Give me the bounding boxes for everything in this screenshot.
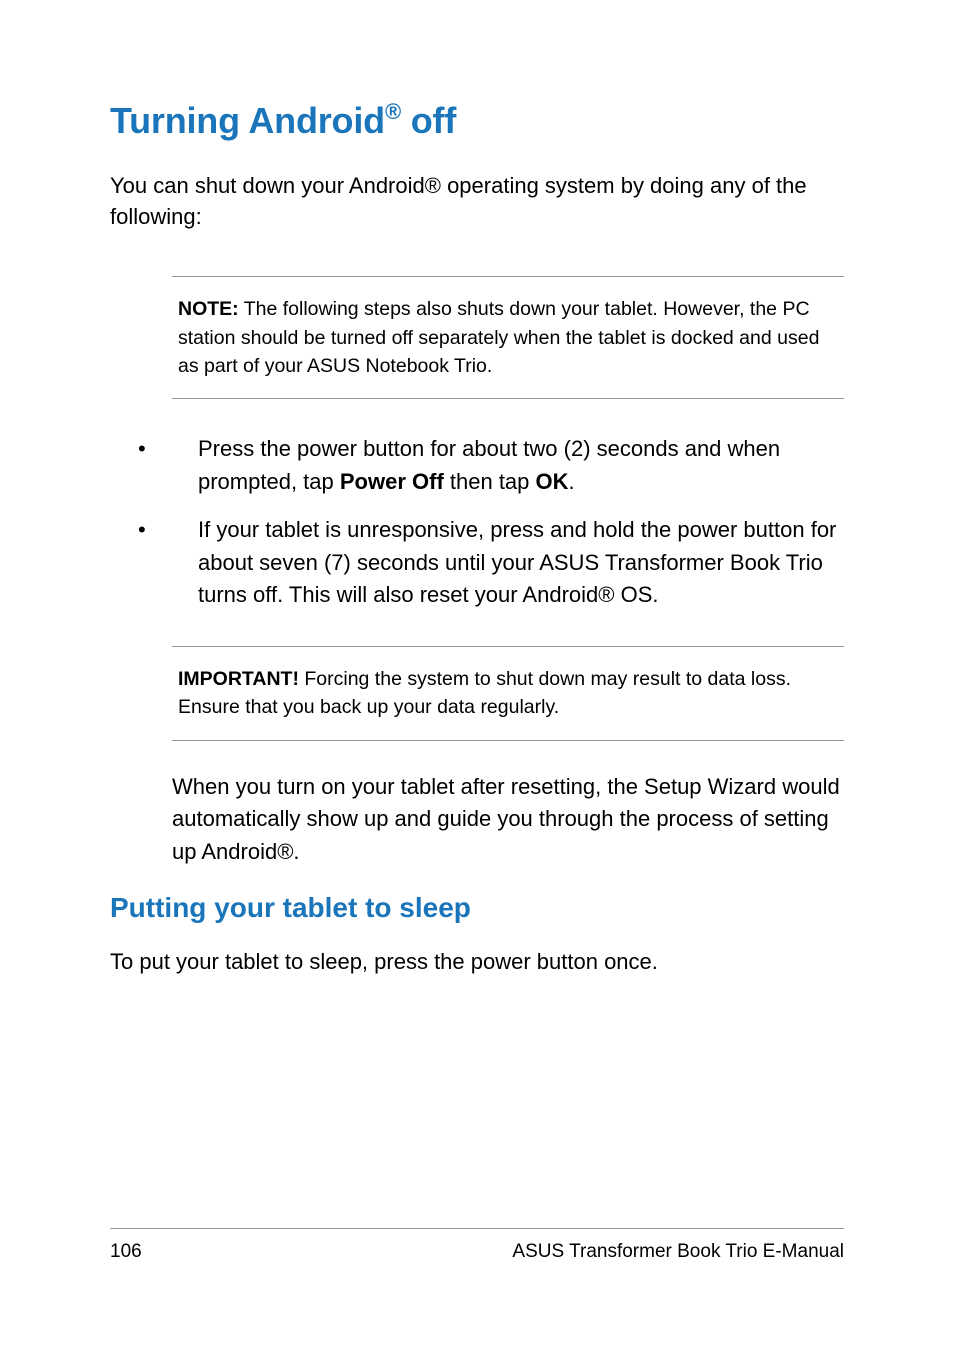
page-footer: 106 ASUS Transformer Book Trio E-Manual [110, 1228, 844, 1263]
page-number: 106 [110, 1241, 142, 1263]
bullet-item-1: Press the power button for about two (2)… [138, 433, 844, 498]
page-heading: Turning Android® off [110, 100, 844, 142]
heading-text-post: off [401, 100, 456, 141]
bullet-item-2: If your tablet is unresponsive, press an… [138, 514, 844, 612]
section-heading-sleep: Putting your tablet to sleep [110, 892, 844, 924]
footer-title: ASUS Transformer Book Trio E-Manual [512, 1241, 844, 1263]
sleep-paragraph: To put your tablet to sleep, press the p… [110, 946, 844, 977]
intro-paragraph: You can shut down your Android® operatin… [110, 170, 844, 232]
after-important-paragraph: When you turn on your tablet after reset… [172, 771, 844, 869]
important-label: IMPORTANT! [178, 668, 299, 690]
bullet1-bold2: OK [536, 469, 569, 494]
bullet1-bold1: Power Off [340, 469, 444, 494]
bullet-list: Press the power button for about two (2)… [138, 433, 844, 612]
bullet1-end: . [569, 469, 575, 494]
registered-mark: ® [385, 99, 401, 124]
heading-text-pre: Turning Android [110, 100, 385, 141]
note-label: NOTE: [178, 298, 239, 320]
important-callout: IMPORTANT! Forcing the system to shut do… [172, 646, 844, 741]
note-text: The following steps also shuts down your… [178, 298, 819, 377]
note-callout: NOTE: The following steps also shuts dow… [172, 276, 844, 399]
bullet1-mid: then tap [444, 469, 536, 494]
